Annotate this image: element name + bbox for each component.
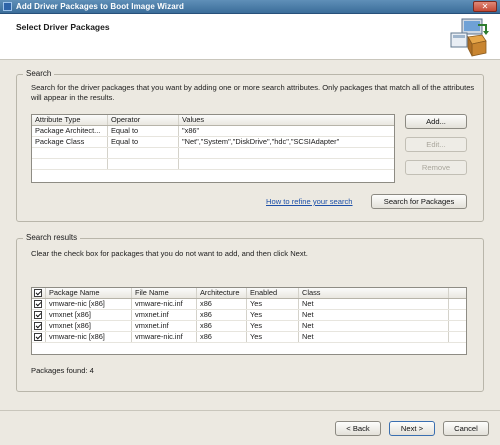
footer-divider — [0, 410, 500, 411]
table-row[interactable]: vmxnet [x86] vmxnet.inf x86 Yes Net — [32, 321, 466, 332]
close-button[interactable]: ✕ — [473, 1, 497, 12]
column-header-attribute-type[interactable]: Attribute Type — [32, 115, 108, 125]
class-cell: Net — [299, 321, 449, 331]
package-name-cell: vmware-nic [x86] — [46, 332, 132, 342]
empty-cell — [108, 159, 179, 169]
row-checkbox-cell[interactable] — [32, 299, 46, 309]
results-description: Clear the check box for packages that yo… — [31, 249, 308, 258]
search-results-group-label: Search results — [23, 233, 81, 242]
column-header-class[interactable]: Class — [299, 288, 449, 298]
enabled-cell: Yes — [247, 310, 299, 320]
attribute-type-cell: Package Architect... — [32, 126, 108, 136]
wizard-header: Select Driver Packages — [0, 14, 500, 60]
row-checkbox-cell[interactable] — [32, 332, 46, 342]
search-grid-header: Attribute Type Operator Values — [32, 115, 394, 126]
results-grid[interactable]: Package Name File Name Architecture Enab… — [31, 287, 467, 355]
next-button[interactable]: Next > — [389, 421, 435, 436]
architecture-cell: x86 — [197, 332, 247, 342]
search-description: Search for the driver packages that you … — [31, 83, 475, 102]
operator-cell: Equal to — [108, 126, 179, 136]
column-header-enabled[interactable]: Enabled — [247, 288, 299, 298]
package-name-cell: vmxnet [x86] — [46, 310, 132, 320]
row-checkbox-cell[interactable] — [32, 310, 46, 320]
wizard-app-icon — [3, 2, 12, 11]
class-cell: Net — [299, 332, 449, 342]
remove-button[interactable]: Remove — [405, 160, 467, 175]
select-all-checkbox[interactable] — [34, 289, 42, 297]
empty-cell — [32, 148, 108, 158]
empty-cell — [32, 159, 108, 169]
column-header-package-name[interactable]: Package Name — [46, 288, 132, 298]
enabled-cell: Yes — [247, 321, 299, 331]
column-header-file-name[interactable]: File Name — [132, 288, 197, 298]
back-button[interactable]: < Back — [335, 421, 381, 436]
empty-cell — [179, 148, 394, 158]
empty-cell — [179, 159, 394, 169]
table-row[interactable]: vmxnet [x86] vmxnet.inf x86 Yes Net — [32, 310, 466, 321]
edit-button[interactable]: Edit... — [405, 137, 467, 152]
add-button[interactable]: Add... — [405, 114, 467, 129]
table-row[interactable]: vmware-nic [x86] vmware-nic.inf x86 Yes … — [32, 332, 466, 343]
column-header-operator[interactable]: Operator — [108, 115, 179, 125]
refine-search-link[interactable]: How to refine your search — [266, 197, 353, 206]
page-title: Select Driver Packages — [16, 22, 110, 32]
search-group-label: Search — [23, 69, 55, 78]
cancel-button[interactable]: Cancel — [443, 421, 489, 436]
driver-package-icon — [450, 18, 489, 57]
values-cell: "Net","System","DiskDrive","hdc","SCSIAd… — [182, 137, 340, 146]
package-name-cell: vmxnet [x86] — [46, 321, 132, 331]
empty-criteria-row[interactable] — [32, 148, 394, 159]
empty-cell — [108, 148, 179, 158]
class-cell: Net — [299, 310, 449, 320]
packages-found-count: Packages found: 4 — [31, 366, 94, 375]
architecture-cell: x86 — [197, 299, 247, 309]
enabled-cell: Yes — [247, 299, 299, 309]
package-name-cell: vmware-nic [x86] — [46, 299, 132, 309]
search-for-packages-button[interactable]: Search for Packages — [371, 194, 467, 209]
column-header-architecture[interactable]: Architecture — [197, 288, 247, 298]
file-name-cell: vmware-nic.inf — [132, 299, 197, 309]
class-cell: Net — [299, 299, 449, 309]
values-cell: "x86" — [182, 126, 200, 135]
search-criteria-row[interactable]: Package Class Equal to "Net","System","D… — [32, 137, 394, 148]
search-criteria-grid[interactable]: Attribute Type Operator Values Package A… — [31, 114, 395, 183]
row-checkbox[interactable] — [34, 322, 42, 330]
operator-cell: Equal to — [108, 137, 179, 147]
architecture-cell: x86 — [197, 310, 247, 320]
architecture-cell: x86 — [197, 321, 247, 331]
row-checkbox[interactable] — [34, 300, 42, 308]
file-name-cell: vmxnet.inf — [132, 321, 197, 331]
file-name-cell: vmxnet.inf — [132, 310, 197, 320]
results-grid-header: Package Name File Name Architecture Enab… — [32, 288, 466, 299]
row-checkbox[interactable] — [34, 311, 42, 319]
select-all-column[interactable] — [32, 288, 46, 298]
search-criteria-row[interactable]: Package Architect... Equal to "x86" — [32, 126, 394, 137]
enabled-cell: Yes — [247, 332, 299, 342]
row-checkbox[interactable] — [34, 333, 42, 341]
window-title: Add Driver Packages to Boot Image Wizard — [16, 2, 184, 11]
column-header-values[interactable]: Values — [179, 115, 394, 125]
file-name-cell: vmware-nic.inf — [132, 332, 197, 342]
row-checkbox-cell[interactable] — [32, 321, 46, 331]
empty-criteria-row[interactable] — [32, 159, 394, 170]
attribute-type-cell: Package Class — [32, 137, 108, 147]
table-row[interactable]: vmware-nic [x86] vmware-nic.inf x86 Yes … — [32, 299, 466, 310]
title-bar: Add Driver Packages to Boot Image Wizard… — [0, 0, 500, 14]
